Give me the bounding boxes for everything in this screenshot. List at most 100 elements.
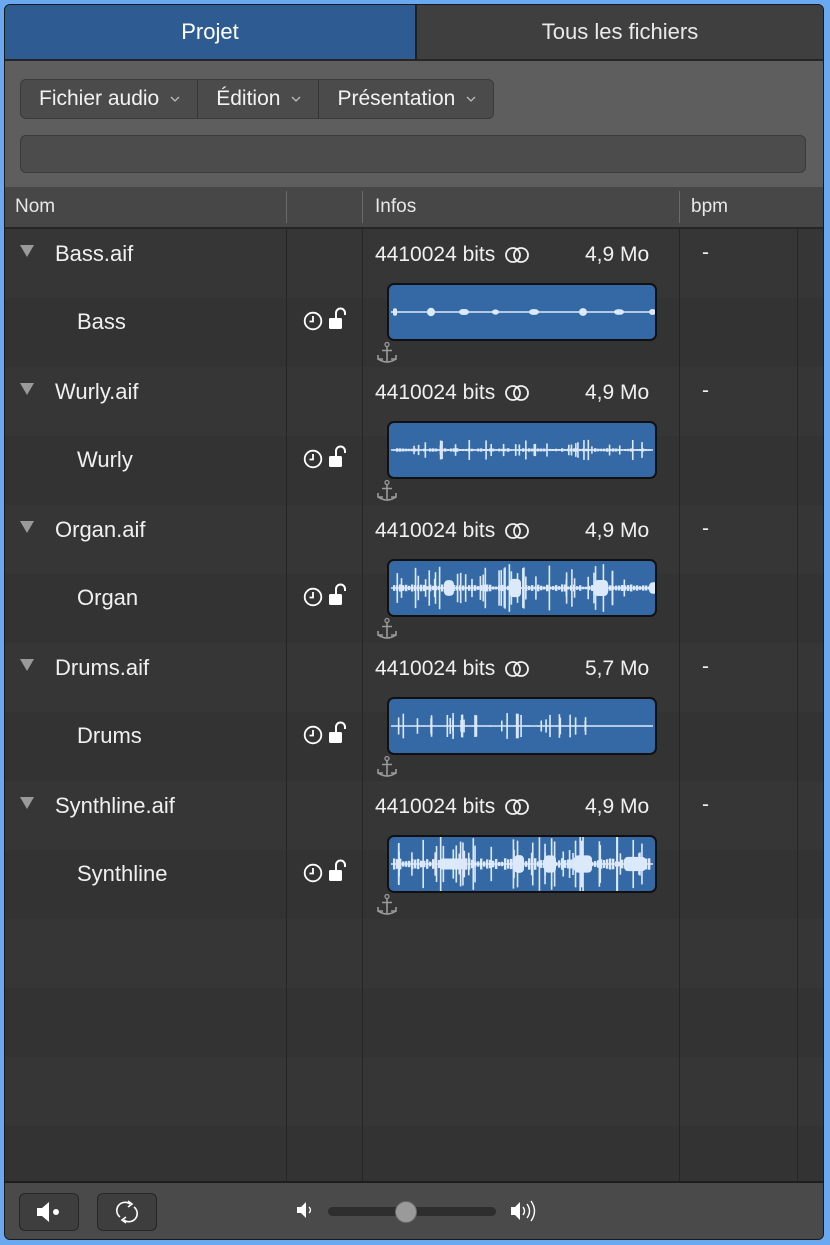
audio-bin-window: Projet Tous les fichiers Fichier audio É… — [4, 4, 824, 1240]
column-header-info[interactable]: Infos — [375, 187, 416, 227]
anchor-icon[interactable] — [375, 893, 399, 917]
menu-fichier-audio[interactable]: Fichier audio — [21, 80, 199, 118]
disclosure-triangle-icon[interactable] — [20, 245, 34, 257]
file-size: 4,9 Mo — [585, 795, 650, 818]
search-field[interactable] — [20, 135, 806, 173]
column-header-name[interactable]: Nom — [15, 187, 55, 227]
file-info: 4410024 bits 4,9 Mo — [375, 243, 649, 267]
menu-edition[interactable]: Édition — [198, 80, 320, 118]
volume-low-icon — [297, 1202, 312, 1218]
disclosure-triangle-icon[interactable] — [20, 659, 34, 671]
file-group: Wurly.aif 4410024 bits 4,9 Mo - Wurly — [5, 367, 823, 505]
bit-info: 4410024 bits — [375, 243, 496, 266]
row-stripe — [5, 1057, 823, 1126]
bpm-value: - — [702, 517, 709, 540]
file-row[interactable]: Wurly.aif 4410024 bits 4,9 Mo - — [5, 367, 823, 421]
file-name: Bass.aif — [55, 241, 134, 266]
file-group: Organ.aif 4410024 bits 4,9 Mo - Organ — [5, 505, 823, 643]
column-divider[interactable] — [679, 191, 680, 223]
file-info: 4410024 bits 5,7 Mo — [375, 657, 649, 681]
region-row[interactable]: Organ — [5, 559, 823, 643]
audio-region[interactable] — [387, 559, 657, 617]
stereo-icon — [505, 523, 530, 539]
clock-icon — [303, 863, 323, 883]
cycle-icon — [116, 1200, 138, 1224]
file-info: 4410024 bits 4,9 Mo — [375, 795, 649, 819]
file-row[interactable]: Drums.aif 4410024 bits 5,7 Mo - — [5, 643, 823, 697]
column-divider[interactable] — [286, 191, 287, 223]
row-stripe — [5, 919, 823, 988]
audio-region[interactable] — [387, 421, 657, 479]
region-name: Organ — [77, 585, 139, 610]
bit-info: 4410024 bits — [375, 795, 496, 818]
disclosure-triangle-icon[interactable] — [20, 521, 34, 533]
bpm-value: - — [702, 793, 709, 816]
audio-region[interactable] — [387, 697, 657, 755]
menu-label: Édition — [216, 87, 281, 110]
tab-bar: Projet Tous les fichiers — [5, 5, 823, 61]
file-size: 5,7 Mo — [585, 657, 650, 680]
file-info: 4410024 bits 4,9 Mo — [375, 381, 649, 405]
file-row[interactable]: Bass.aif 4410024 bits 4,9 Mo - — [5, 229, 823, 283]
stereo-icon — [505, 661, 530, 677]
volume-high-icon — [511, 1200, 536, 1222]
tab-tous-les-fichiers[interactable]: Tous les fichiers — [417, 5, 823, 59]
file-name: Drums.aif — [55, 655, 150, 680]
bpm-value: - — [702, 655, 709, 678]
unlock-icon[interactable] — [327, 859, 347, 883]
stereo-icon — [505, 385, 530, 401]
unlock-icon[interactable] — [327, 583, 347, 607]
waveform — [391, 307, 655, 317]
region-row[interactable]: Wurly — [5, 421, 823, 505]
chevron-down-icon — [466, 96, 476, 102]
file-row[interactable]: Organ.aif 4410024 bits 4,9 Mo - — [5, 505, 823, 559]
tab-projet[interactable]: Projet — [5, 5, 417, 59]
audio-region[interactable] — [387, 283, 657, 341]
unlock-icon[interactable] — [327, 307, 347, 331]
prelisten-button[interactable] — [19, 1193, 79, 1231]
file-name: Organ.aif — [55, 517, 146, 542]
cycle-button[interactable] — [97, 1193, 157, 1231]
row-stripe — [5, 988, 823, 1057]
disclosure-triangle-icon[interactable] — [20, 383, 34, 395]
menu-label: Présentation — [337, 87, 456, 110]
waveform — [391, 439, 653, 461]
region-name: Bass — [77, 309, 126, 334]
unlock-icon[interactable] — [327, 445, 347, 469]
bpm-value: - — [702, 379, 709, 402]
menu-presentation[interactable]: Présentation — [319, 80, 493, 118]
anchor-icon[interactable] — [375, 755, 399, 779]
anchor-icon[interactable] — [375, 617, 399, 641]
volume-slider[interactable] — [328, 1201, 496, 1223]
anchor-icon[interactable] — [375, 479, 399, 503]
region-name: Drums — [77, 723, 142, 748]
unlock-icon[interactable] — [327, 721, 347, 745]
file-name: Synthline.aif — [55, 793, 175, 818]
waveform — [391, 837, 653, 891]
anchor-icon[interactable] — [375, 341, 399, 365]
region-row[interactable]: Synthline — [5, 835, 823, 919]
disclosure-triangle-icon[interactable] — [20, 797, 34, 809]
audio-region[interactable] — [387, 835, 657, 893]
column-header-bpm[interactable]: bpm — [691, 187, 728, 227]
chevron-down-icon — [291, 96, 301, 102]
file-size: 4,9 Mo — [585, 519, 650, 542]
menu-bar: Fichier audio Édition Présentation — [20, 79, 495, 119]
file-size: 4,9 Mo — [585, 243, 650, 266]
file-name: Wurly.aif — [55, 379, 139, 404]
chevron-down-icon — [170, 96, 180, 102]
stereo-icon — [505, 247, 530, 263]
bpm-value: - — [702, 241, 709, 264]
bit-info: 4410024 bits — [375, 381, 496, 404]
file-size: 4,9 Mo — [585, 381, 650, 404]
region-row[interactable]: Bass — [5, 283, 823, 367]
column-divider[interactable] — [362, 191, 363, 223]
region-row[interactable]: Drums — [5, 697, 823, 781]
waveform — [391, 713, 653, 739]
file-list: Bass.aif 4410024 bits 4,9 Mo - Bass Wurl… — [5, 229, 823, 1195]
volume-slider-thumb[interactable] — [395, 1201, 418, 1223]
waveform — [391, 564, 655, 612]
footer-bar — [5, 1181, 823, 1239]
file-row[interactable]: Synthline.aif 4410024 bits 4,9 Mo - — [5, 781, 823, 835]
bit-info: 4410024 bits — [375, 657, 496, 680]
